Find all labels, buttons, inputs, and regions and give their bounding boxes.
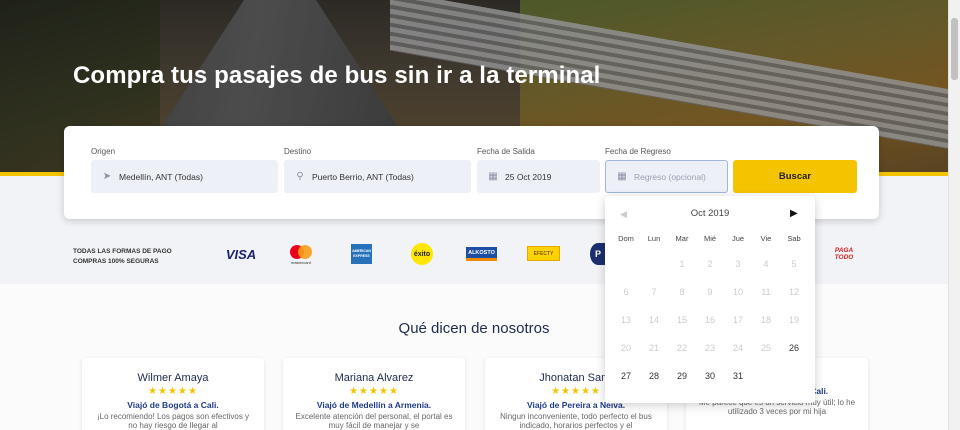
testimonial-trip: Viajó de Bogotá a Cali. (127, 400, 219, 410)
weekday-header: Mié (703, 234, 717, 243)
calendar-day: 19 (788, 315, 799, 325)
location-arrow-icon: ➤ (102, 171, 112, 182)
calendar-icon: ▦ (488, 171, 498, 182)
testimonial-quote: ¡Lo recomiendo! Los pagos son efectivos … (96, 412, 250, 430)
weekday-header: Mar (675, 234, 689, 243)
calendar-day: 2 (707, 259, 713, 269)
calendar-empty-cell (612, 250, 640, 278)
testimonial-card: Wilmer Amaya ★★★★★ Viajó de Bogotá a Cal… (82, 358, 264, 430)
origin-field[interactable]: ➤ Medellín, ANT (Todas) (91, 160, 278, 193)
testimonial-quote: Ningun inconveniente, todo perfecto el b… (500, 412, 652, 430)
weekday-header: Dom (618, 234, 634, 243)
calendar-empty-cell (780, 362, 808, 390)
payment-line-2: COMPRAS 100% SEGURAS (73, 258, 159, 265)
calendar-day: 5 (791, 259, 797, 269)
alkosto-logo: ALKOSTO (466, 247, 497, 261)
calendar-day: 7 (651, 287, 657, 297)
destination-field[interactable]: ⚲ Puerto Berrio, ANT (Todas) (284, 160, 471, 193)
calendar-day: 6 (623, 287, 629, 297)
calendar-day: 17 (732, 315, 743, 325)
calendar-day: 25 (760, 343, 771, 353)
calendar-day: 24 (732, 343, 743, 353)
payment-methods-text: TODAS LAS FORMAS DE PAGO COMPRAS 100% SE… (73, 247, 172, 267)
calendar-day: 21 (648, 343, 659, 353)
mastercard-logo: mastercard (287, 243, 315, 265)
calendar-day: 18 (760, 315, 771, 325)
exito-logo: éxito (411, 243, 433, 265)
depart-date-value: 25 Oct 2019 (505, 171, 552, 182)
calendar-day[interactable]: 30 (696, 362, 724, 390)
calendar-empty-cell (752, 362, 780, 390)
calendar-month-label: Oct 2019 (690, 208, 730, 219)
calendar-grid: Dom Lun Mar Mié Jue Vie Sab 1 2 3 4 5 6 7 8 9 10 11 12 13 14… (612, 234, 808, 390)
calendar-day: 8 (679, 287, 685, 297)
calendar-day: 3 (735, 259, 741, 269)
weekday-header: Sab (787, 234, 801, 243)
mastercard-circles-icon (290, 244, 312, 259)
pagatodo-logo: PAGA TODO (834, 247, 854, 261)
search-button[interactable]: Buscar (733, 160, 857, 193)
calendar-empty-cell (640, 250, 668, 278)
origin-value: Medellín, ANT (Todas) (119, 171, 203, 182)
testimonial-trip: Viajó de Medellín a Armenia. (316, 400, 432, 410)
map-pin-icon: ⚲ (296, 171, 304, 182)
calendar-icon: ▦ (617, 171, 627, 182)
payment-line-1: TODAS LAS FORMAS DE PAGO (73, 248, 172, 255)
destination-label: Destino (284, 147, 312, 156)
page-scrollbar[interactable] (948, 0, 960, 430)
weekday-header: Jue (731, 234, 745, 243)
calendar-day: 22 (676, 343, 687, 353)
testimonial-quote: Excelente atención del personal, el port… (295, 412, 453, 430)
calendar-day: 10 (732, 287, 743, 297)
amex-logo: AMERICAN EXPRESS (351, 244, 372, 264)
calendar-day: 13 (620, 315, 631, 325)
calendar-day: 4 (763, 259, 769, 269)
return-date-label: Fecha de Regreso (605, 147, 671, 156)
calendar-day[interactable]: 31 (724, 362, 752, 390)
testimonial-name: Wilmer Amaya (137, 372, 209, 384)
calendar-day[interactable]: 27 (612, 362, 640, 390)
calendar-day[interactable]: 28 (640, 362, 668, 390)
calendar-day: 20 (620, 343, 631, 353)
visa-logo: VISA (225, 246, 257, 262)
rating-stars: ★★★★★ (349, 386, 399, 397)
calendar-day: 11 (761, 287, 771, 297)
testimonial-name: Mariana Alvarez (334, 372, 414, 384)
calendar-day: 1 (679, 259, 685, 269)
previous-month-icon[interactable]: ◀ (620, 209, 627, 220)
calendar-day: 15 (676, 315, 687, 325)
calendar-day: 23 (704, 343, 715, 353)
calendar-day: 14 (648, 315, 659, 325)
testimonial-card: Mariana Alvarez ★★★★★ Viajó de Medellín … (283, 358, 465, 430)
efecty-logo: EFECTY (527, 246, 560, 261)
depart-date-label: Fecha de Salida (477, 147, 535, 156)
return-date-placeholder: Regreso (opcional) (634, 171, 706, 182)
origin-label: Origen (91, 147, 116, 156)
weekday-header: Vie (760, 234, 772, 243)
next-month-icon[interactable]: ▶ (790, 208, 798, 219)
depart-date-field[interactable]: ▦ 25 Oct 2019 (477, 160, 600, 193)
calendar-day: 16 (704, 315, 715, 325)
partial-payment-logo: P (590, 243, 606, 265)
calendar-day: 12 (788, 287, 799, 297)
destination-value: Puerto Berrio, ANT (Todas) (312, 171, 414, 182)
calendar-day: 9 (707, 287, 713, 297)
scrollbar-thumb[interactable] (951, 18, 958, 80)
hero-title: Compra tus pasajes de bus sin ir a la te… (73, 62, 601, 89)
calendar-day[interactable]: 29 (668, 362, 696, 390)
calendar-day[interactable]: 26 (780, 334, 808, 362)
rating-stars: ★★★★★ (148, 386, 198, 397)
weekday-header: Lun (647, 234, 661, 243)
return-date-field[interactable]: ▦ Regreso (opcional) (605, 160, 728, 193)
